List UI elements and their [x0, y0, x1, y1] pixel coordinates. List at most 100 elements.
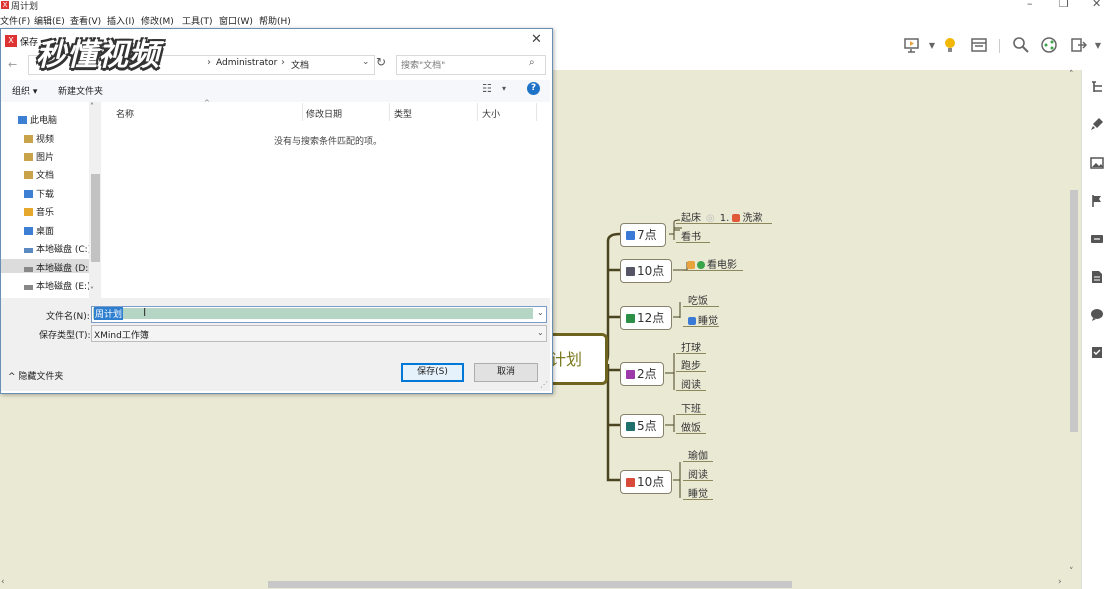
- branch-node[interactable]: 10点: [620, 470, 672, 494]
- scroll-up-icon[interactable]: ˄: [1069, 70, 1074, 80]
- outline-icon[interactable]: [1089, 80, 1105, 96]
- nav-scroll-thumb[interactable]: [91, 174, 100, 262]
- new-folder-button[interactable]: 新建文件夹: [58, 84, 103, 97]
- save-button[interactable]: 保存(S): [401, 363, 464, 382]
- zoom-icon[interactable]: [1011, 36, 1031, 56]
- organize-button[interactable]: 组织 ▾: [12, 84, 37, 97]
- subtopic-underline: [683, 461, 713, 462]
- folder-icon: [24, 171, 33, 179]
- branch-label: 7点: [637, 228, 657, 242]
- nav-item-downloads[interactable]: 下载: [24, 187, 54, 200]
- nav-item-drive-e[interactable]: 本地磁盘 (E:): [24, 279, 91, 292]
- breadcrumb-chevron-icon[interactable]: ›: [281, 57, 285, 68]
- view-dropdown-icon[interactable]: ▾: [502, 84, 506, 93]
- dialog-close-button[interactable]: ✕: [531, 32, 542, 47]
- nav-item-this-pc[interactable]: 此电脑: [18, 113, 57, 126]
- nav-scroll-down-icon[interactable]: ˅: [90, 286, 94, 295]
- export-icon[interactable]: [1068, 36, 1088, 56]
- back-arrow-icon[interactable]: ←: [8, 58, 17, 71]
- export-dropdown-icon[interactable]: ▼: [1088, 36, 1108, 56]
- menu-insert[interactable]: 插入(I): [107, 14, 135, 27]
- main-toolbar: ▼ ▼: [552, 28, 1110, 70]
- breadcrumb-administrator[interactable]: Administrator: [216, 58, 277, 68]
- minimize-button[interactable]: –: [1027, 0, 1033, 10]
- lightbulb-icon[interactable]: [940, 36, 960, 56]
- share-icon[interactable]: [1039, 36, 1059, 56]
- presentation-dropdown-icon[interactable]: ▼: [922, 36, 942, 56]
- subtopic[interactable]: 做饭: [681, 419, 701, 434]
- menu-tools[interactable]: 工具(T): [182, 14, 213, 27]
- subtopic[interactable]: 阅读: [681, 376, 701, 391]
- nav-item-drive-d[interactable]: 本地磁盘 (D:): [24, 261, 92, 274]
- nav-item-desktop[interactable]: 桌面: [24, 224, 54, 237]
- vertical-scroll-thumb[interactable]: [1070, 190, 1078, 432]
- subtopic[interactable]: 吃饭: [688, 292, 708, 307]
- subtopic[interactable]: 下班: [681, 400, 701, 415]
- column-header-date[interactable]: 修改日期: [306, 107, 342, 120]
- nav-item-pictures[interactable]: 图片: [24, 150, 54, 163]
- close-window-button[interactable]: ✕: [1092, 0, 1101, 10]
- horizontal-scroll-thumb[interactable]: [268, 581, 792, 588]
- nav-item-videos[interactable]: 视频: [24, 132, 54, 145]
- nav-scroll-up-icon[interactable]: ˄: [90, 102, 94, 111]
- restore-button[interactable]: ❐: [1059, 0, 1069, 10]
- computer-icon: [18, 116, 27, 124]
- priority-icon: [688, 317, 696, 325]
- address-dropdown-icon[interactable]: ⌄: [362, 57, 370, 67]
- comment-icon[interactable]: [1089, 308, 1105, 324]
- menu-help[interactable]: 帮助(H): [259, 14, 291, 27]
- task-icon[interactable]: [1089, 345, 1105, 361]
- branch-node[interactable]: 10点: [620, 259, 672, 283]
- view-options-icon[interactable]: ☷: [482, 82, 492, 95]
- filetype-select[interactable]: [91, 325, 547, 342]
- column-header-name[interactable]: 名称: [116, 107, 134, 120]
- folder-icon: [24, 135, 33, 143]
- subtopic[interactable]: 睡觉: [688, 312, 718, 327]
- layout-icon[interactable]: [969, 36, 989, 56]
- scroll-right-icon[interactable]: ›: [1058, 577, 1062, 587]
- presentation-icon[interactable]: [902, 36, 922, 56]
- search-icon[interactable]: ⌕: [529, 57, 535, 68]
- nav-item-drive-c[interactable]: 本地磁盘 (C:): [24, 242, 91, 255]
- refresh-icon[interactable]: ↻: [376, 55, 386, 69]
- subtopic[interactable]: 打球: [681, 339, 701, 354]
- branch-node[interactable]: 12点: [620, 306, 672, 330]
- branch-node[interactable]: 7点: [620, 223, 666, 247]
- flag-icon[interactable]: [1089, 194, 1105, 210]
- column-header-size[interactable]: 大小: [482, 107, 500, 120]
- subtopic[interactable]: 瑜伽: [688, 447, 708, 462]
- column-header-type[interactable]: 类型: [394, 107, 412, 120]
- filetype-dropdown-icon[interactable]: ⌄: [537, 328, 544, 337]
- file-list[interactable]: [106, 102, 550, 298]
- subtopic[interactable]: 起床 ◎ 1. 洗漱: [681, 209, 762, 224]
- cancel-button[interactable]: 取消: [474, 363, 538, 382]
- help-icon[interactable]: ?: [527, 82, 540, 95]
- menu-edit[interactable]: 编辑(E): [34, 14, 65, 27]
- menu-view[interactable]: 查看(V): [70, 14, 101, 27]
- menu-modify[interactable]: 修改(M): [141, 14, 174, 27]
- subtopic[interactable]: 阅读: [688, 466, 708, 481]
- subtopic-underline: [676, 242, 710, 243]
- note-icon[interactable]: [1089, 270, 1105, 286]
- label-icon[interactable]: [1089, 232, 1105, 248]
- filename-dropdown-icon[interactable]: ⌄: [537, 308, 544, 317]
- scroll-left-icon[interactable]: ‹: [1, 577, 5, 587]
- subtopic[interactable]: 睡觉: [688, 485, 708, 500]
- format-brush-icon[interactable]: [1089, 117, 1105, 133]
- subtopic[interactable]: 看书: [681, 228, 701, 243]
- menu-file[interactable]: 文件(F): [0, 14, 30, 27]
- subtopic[interactable]: 看电影: [687, 256, 737, 271]
- hide-folders-toggle[interactable]: ^ 隐藏文件夹: [8, 369, 63, 382]
- branch-node[interactable]: 5点: [620, 414, 664, 438]
- nav-item-documents[interactable]: 文档: [24, 168, 54, 181]
- subtopic[interactable]: 跑步: [681, 357, 701, 372]
- menu-window[interactable]: 窗口(W): [219, 14, 253, 27]
- scroll-down-icon[interactable]: ˅: [1069, 567, 1074, 577]
- resize-grip-icon[interactable]: ⋰: [540, 380, 548, 389]
- nav-item-music[interactable]: 音乐: [24, 205, 54, 218]
- filename-value[interactable]: 周计划: [94, 307, 124, 320]
- breadcrumb-documents[interactable]: 文档: [291, 58, 309, 71]
- branch-node[interactable]: 2点: [620, 362, 664, 386]
- breadcrumb-chevron-icon[interactable]: ›: [207, 57, 211, 68]
- image-icon[interactable]: [1089, 156, 1105, 172]
